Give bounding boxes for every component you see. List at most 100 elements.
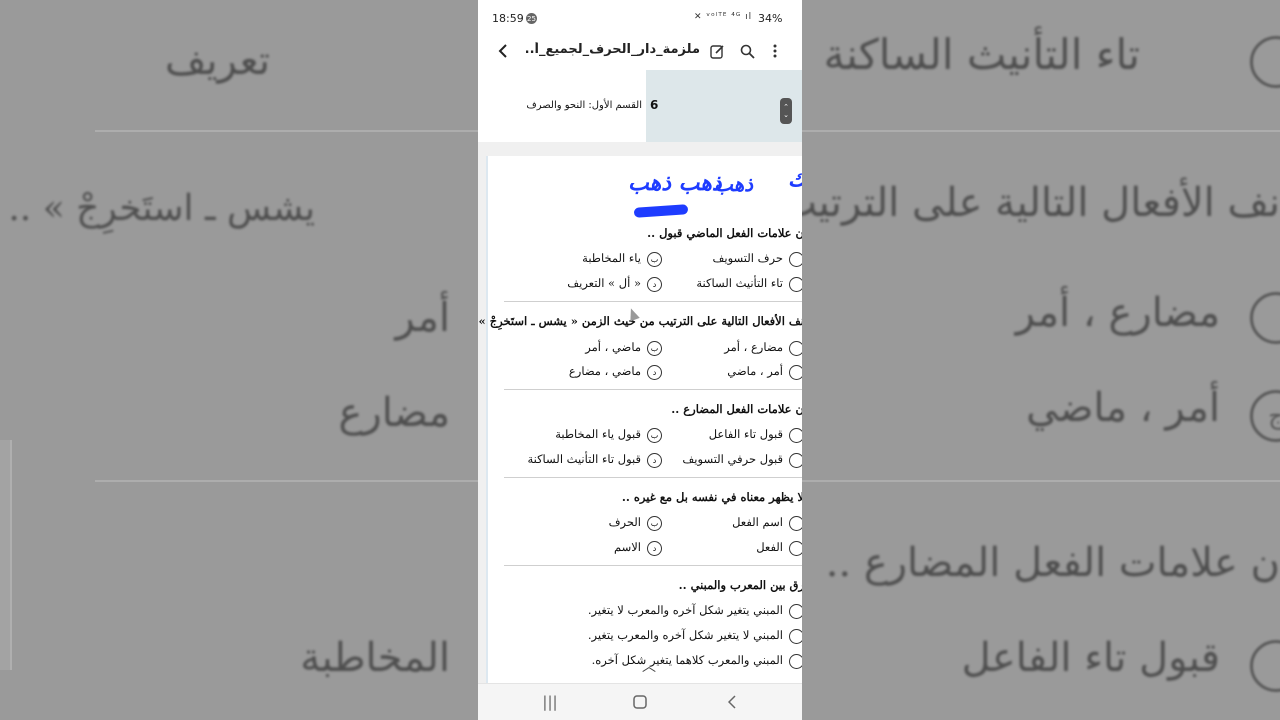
chevron-up-icon: ⌃ [783,103,789,111]
answer-option[interactable]: قبول حرفي التسويف [682,452,802,468]
answer-option[interactable]: ب قبول ياء المخاطبة [555,427,662,443]
answer-option[interactable]: الفعل [756,540,802,556]
nav-back-button[interactable] [720,692,744,712]
answer-option[interactable]: ب ماضي ، أمر [585,340,662,356]
bg-option-mark [1250,640,1280,692]
ink-annotation: ك [788,166,802,192]
option-mark: ب [647,340,662,356]
option-mark [789,540,802,556]
answer-option[interactable]: حرف التسويف [712,251,802,267]
bg-option-mark [1250,36,1280,88]
option-text: الفعل [756,540,783,554]
option-text: المبني والمعرب كلاهما يتغير شكل آخره. [591,653,783,667]
option-text: اسم الفعل [732,515,783,529]
header-band [646,70,802,142]
answer-option[interactable]: د قبول تاء التأنيث الساكنة [527,452,662,468]
bg-line: قبول تاء الفاعل [961,635,1220,681]
option-text: حرف التسويف [712,251,783,265]
bg-line: نف الأفعال التالية على الترتيب [779,180,1280,226]
divider [504,301,802,302]
answer-option[interactable]: تاء التأنيث الساكنة [696,276,802,292]
option-text: قبول ياء المخاطبة [555,427,641,441]
bg-line: المخاطبة [300,635,450,681]
option-mark [789,427,802,443]
back-button[interactable] [492,40,514,62]
back-arrow-icon [728,695,736,709]
answer-option[interactable]: د الاسم [614,540,662,556]
bg-line: أمر [395,295,450,341]
divider [504,565,802,566]
option-mark [789,276,802,292]
option-mark: ب [647,515,662,531]
option-mark [789,515,802,531]
fast-scroll-handle[interactable]: ⌃ ⌄ [780,98,792,124]
answer-option[interactable]: د « أل » التعريف [567,276,662,292]
document-viewport[interactable]: ذهب ذهب ذهب ك ن علامات الفعل الماضي قبول… [478,142,802,686]
answer-option[interactable]: اسم الفعل [732,515,802,531]
ink-annotation: ذهب ذهب [628,170,722,196]
bg-panel-edge [0,440,12,670]
bg-line: تعريف [164,38,270,84]
bg-line: تاء التأنيث الساكنة [823,30,1140,79]
option-text: تاء التأنيث الساكنة [696,276,783,290]
option-text: ياء المخاطبة [582,251,641,265]
scroll-up-icon[interactable]: ︿ [642,656,656,676]
answer-option[interactable]: ب ياء المخاطبة [582,251,662,267]
answer-option[interactable]: أمر ، ماضي [727,364,802,380]
edit-icon [709,44,724,59]
answer-option[interactable]: المبني يتغير شكل آخره والمعرب لا يتغير. [588,603,802,619]
edit-button[interactable] [706,40,728,62]
question-stem: نف الأفعال التالية على الترتيب من حيث ال… [478,314,802,328]
question-stem: ن علامات الفعل الماضي قبول .. [647,226,802,240]
recents-icon: ||| [542,693,558,711]
question-stem: رق بين المعرب والمبني .. [678,578,802,592]
bg-option-mark: ج [1250,390,1280,442]
divider [504,389,802,390]
battery-level: 34% [758,12,783,25]
question-stem: لا يظهر معناه في نفسه بل مع غيره .. [621,490,802,504]
option-text: الحرف [608,515,641,529]
recents-button[interactable]: ||| [538,692,562,712]
answer-option[interactable]: مضارع ، أمر [724,340,802,356]
bg-line: مضارع ، أمر [1015,290,1220,336]
option-mark: د [647,276,662,292]
option-mark: ب [647,251,662,267]
ink-annotation: ذهب [714,172,754,196]
ink-scribble [633,204,689,218]
chevron-down-icon: ⌄ [783,111,789,119]
bg-option-mark [1250,292,1280,344]
answer-option[interactable]: قبول تاء الفاعل [709,427,802,443]
more-options-button[interactable] [766,40,784,62]
answer-option[interactable]: ب الحرف [609,515,662,531]
navigation-bar: ||| [478,683,802,720]
network-icons: ✕ ᵛᵒˡᵀᴱ ⁴ᴳ ıl [694,12,753,22]
option-text: قبول تاء التأنيث الساكنة [527,452,641,466]
bg-line: يشس ـ استَخرِجْ » .. [8,188,315,229]
answer-option[interactable]: المبني لا يتغير شكل آخره والمعرب يتغير. [588,628,802,644]
home-button[interactable] [628,692,652,712]
divider [504,477,802,478]
option-text: قبول تاء الفاعل [708,427,783,441]
bg-line: أمر ، ماضي [1026,385,1220,431]
search-button[interactable] [736,40,758,62]
option-mark [789,603,802,619]
more-vertical-icon [773,44,777,58]
option-text: قبول حرفي التسويف [682,452,783,466]
phone-screen: 18:59 25 ✕ ᵛᵒˡᵀᴱ ⁴ᴳ ıl 34% ملزمة_دار_الح… [478,0,802,720]
answer-option[interactable]: المبني والمعرب كلاهما يتغير شكل آخره. [592,653,802,669]
answer-option[interactable]: د ماضي ، مضارع [569,364,662,380]
option-mark [789,251,802,267]
status-time: 18:59 [492,12,524,25]
option-text: المبني يتغير شكل آخره والمعرب لا يتغير. [587,603,783,617]
question-stem: ن علامات الفعل المضارع .. [671,402,802,416]
notification-badge: 25 [526,13,537,24]
status-bar: 18:59 25 ✕ ᵛᵒˡᵀᴱ ⁴ᴳ ıl 34% [478,0,802,34]
option-mark [789,653,802,669]
option-mark [789,340,802,356]
home-icon [633,695,647,709]
page-number: 6 [650,98,659,112]
option-mark [789,628,802,644]
option-text: « أل » التعريف [567,276,641,290]
option-mark: ب [647,427,662,443]
section-title: القسم الأول: النحو والصرف [526,100,642,111]
